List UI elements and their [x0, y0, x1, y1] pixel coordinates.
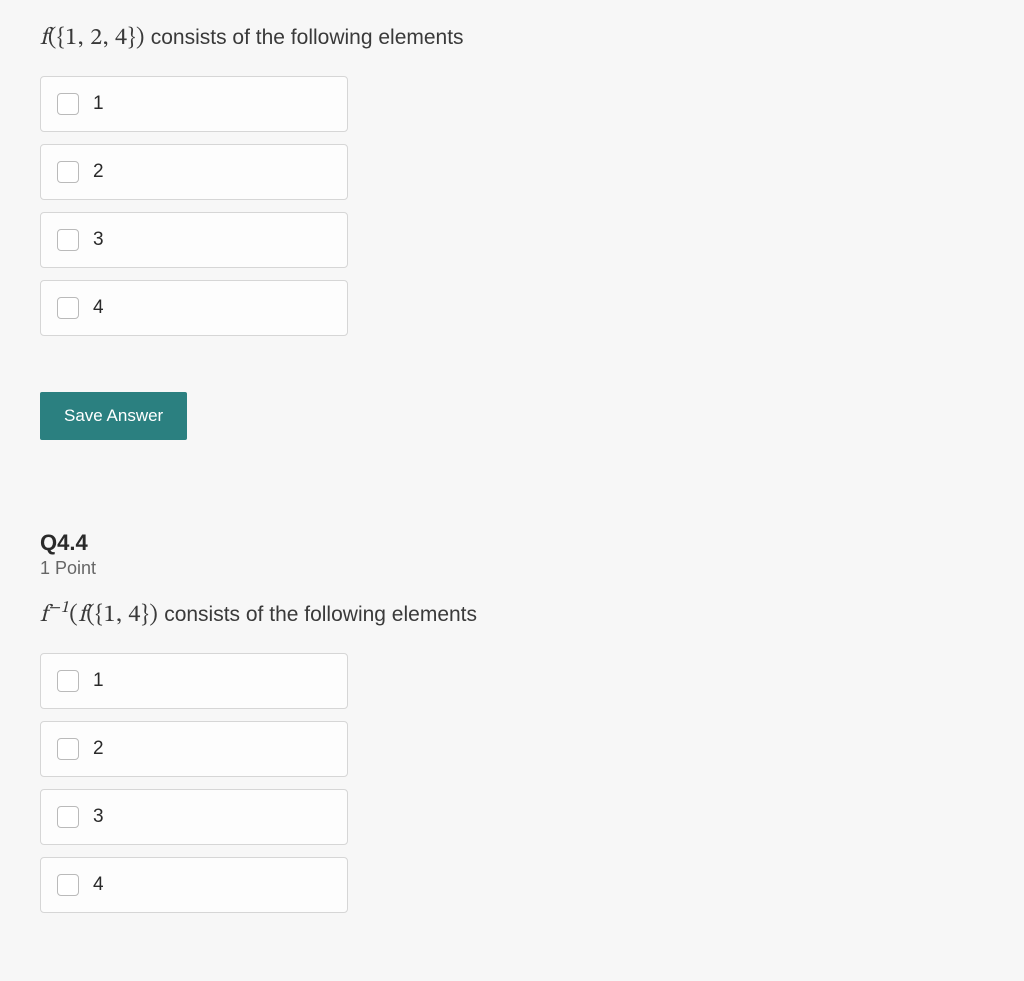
question2-prompt: f−1(f({1, 4}) consists of the following …: [40, 597, 984, 633]
question-block-2: Q4.4 1 Point f−1(f({1, 4}) consists of t…: [40, 530, 984, 913]
question1-math: f({1, 2, 4}): [40, 26, 145, 50]
option-row[interactable]: 3: [40, 212, 348, 268]
option-checkbox-2[interactable]: [57, 161, 79, 183]
question-block-1: f({1, 2, 4}) consists of the following e…: [40, 20, 984, 440]
option-checkbox-4[interactable]: [57, 874, 79, 896]
option-label: 1: [93, 93, 104, 115]
option-label: 3: [93, 229, 104, 251]
question2-header: Q4.4: [40, 530, 984, 556]
question2-points: 1 Point: [40, 558, 984, 579]
question1-prompt: f({1, 2, 4}) consists of the following e…: [40, 20, 984, 56]
option-label: 4: [93, 874, 104, 896]
option-row[interactable]: 1: [40, 76, 348, 132]
option-label: 2: [93, 161, 104, 183]
option-label: 2: [93, 738, 104, 760]
option-checkbox-2[interactable]: [57, 738, 79, 760]
option-row[interactable]: 3: [40, 789, 348, 845]
option-label: 1: [93, 670, 104, 692]
save-answer-button[interactable]: Save Answer: [40, 392, 187, 440]
option-checkbox-3[interactable]: [57, 806, 79, 828]
option-row[interactable]: 4: [40, 857, 348, 913]
option-row[interactable]: 2: [40, 144, 348, 200]
option-row[interactable]: 1: [40, 653, 348, 709]
option-row[interactable]: 2: [40, 721, 348, 777]
option-checkbox-3[interactable]: [57, 229, 79, 251]
option-row[interactable]: 4: [40, 280, 348, 336]
quiz-container: f({1, 2, 4}) consists of the following e…: [0, 0, 1024, 913]
question1-text: consists of the following elements: [151, 26, 464, 49]
option-checkbox-1[interactable]: [57, 93, 79, 115]
question2-math: f−1(f({1, 4}): [40, 603, 158, 627]
option-label: 3: [93, 806, 104, 828]
option-checkbox-4[interactable]: [57, 297, 79, 319]
option-label: 4: [93, 297, 104, 319]
option-checkbox-1[interactable]: [57, 670, 79, 692]
question2-text: consists of the following elements: [164, 603, 477, 626]
